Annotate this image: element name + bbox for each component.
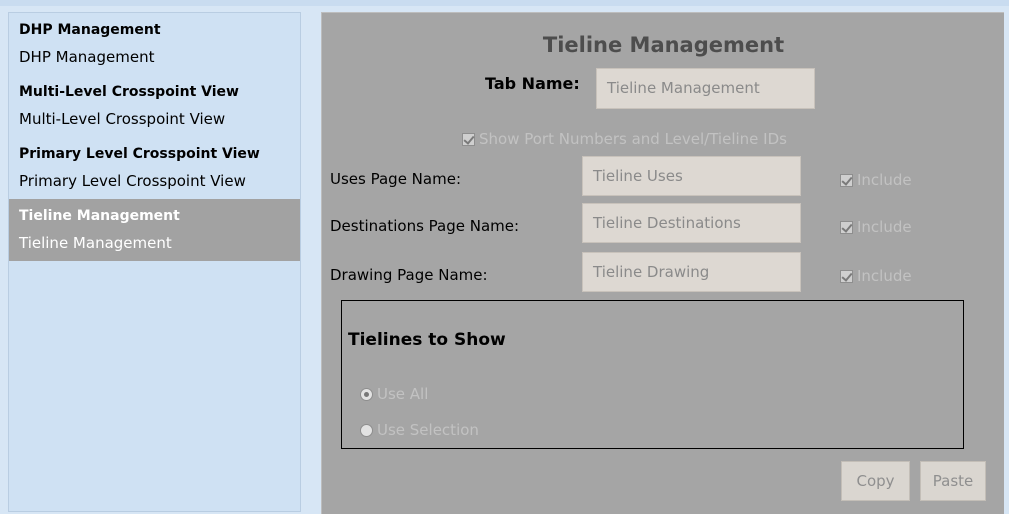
paste-button[interactable]: Paste	[920, 461, 986, 501]
sidebar: DHP Management DHP Management Multi-Leve…	[8, 12, 301, 512]
sidebar-item-subtitle: Tieline Management	[19, 234, 172, 252]
destinations-page-name-field[interactable]: Tieline Destinations	[582, 203, 801, 243]
use-selection-label: Use Selection	[377, 421, 479, 439]
sidebar-item-subtitle: Multi-Level Crosspoint View	[19, 110, 226, 128]
sidebar-item-tieline-management[interactable]: Tieline Management Tieline Management	[9, 199, 300, 261]
use-all-radio[interactable]: Use All	[360, 385, 428, 403]
include-label: Include	[857, 171, 912, 189]
drawing-include-checkbox[interactable]: Include	[840, 267, 912, 285]
checkbox-icon	[462, 132, 475, 146]
use-all-label: Use All	[377, 385, 429, 403]
checkbox-icon	[840, 173, 853, 187]
use-selection-radio[interactable]: Use Selection	[360, 421, 479, 439]
uses-page-name-field[interactable]: Tieline Uses	[582, 156, 801, 196]
tab-name-label: Tab Name:	[485, 74, 580, 93]
copy-button[interactable]: Copy	[841, 461, 910, 501]
tieline-management-panel: Tieline Management Tab Name: Tieline Man…	[321, 12, 1004, 514]
sidebar-item-title: Primary Level Crosspoint View	[19, 146, 260, 162]
show-port-numbers-label: Show Port Numbers and Level/Tieline IDs	[479, 130, 787, 148]
show-port-numbers-checkbox[interactable]: Show Port Numbers and Level/Tieline IDs	[462, 130, 787, 148]
destinations-page-name-label: Destinations Page Name:	[330, 217, 520, 235]
sidebar-item-title: DHP Management	[19, 22, 161, 38]
uses-page-name-label: Uses Page Name:	[330, 170, 461, 188]
sidebar-item-title: Tieline Management	[19, 208, 180, 224]
tielines-to-show-group: Tielines to Show Use All Use Selection	[341, 300, 964, 449]
drawing-page-name-field[interactable]: Tieline Drawing	[582, 252, 801, 292]
sidebar-item-subtitle: DHP Management	[19, 48, 155, 66]
tielines-to-show-title: Tielines to Show	[348, 330, 506, 350]
checkbox-icon	[840, 269, 853, 283]
checkbox-icon	[840, 220, 853, 234]
destinations-include-checkbox[interactable]: Include	[840, 218, 912, 236]
drawing-page-name-label: Drawing Page Name:	[330, 266, 488, 284]
include-label: Include	[857, 218, 912, 236]
uses-include-checkbox[interactable]: Include	[840, 171, 912, 189]
radio-selected-icon	[360, 387, 373, 401]
sidebar-item-dhp-management[interactable]: DHP Management DHP Management	[9, 13, 300, 75]
sidebar-item-title: Multi-Level Crosspoint View	[19, 84, 239, 100]
tab-name-field[interactable]: Tieline Management	[596, 68, 815, 109]
sidebar-item-primary-level-crosspoint-view[interactable]: Primary Level Crosspoint View Primary Le…	[9, 137, 300, 199]
panel-title: Tieline Management	[542, 33, 785, 57]
sidebar-item-multi-level-crosspoint-view[interactable]: Multi-Level Crosspoint View Multi-Level …	[9, 75, 300, 137]
radio-icon	[360, 423, 373, 437]
include-label: Include	[857, 267, 912, 285]
top-strip	[0, 0, 1009, 6]
sidebar-item-subtitle: Primary Level Crosspoint View	[19, 172, 246, 190]
